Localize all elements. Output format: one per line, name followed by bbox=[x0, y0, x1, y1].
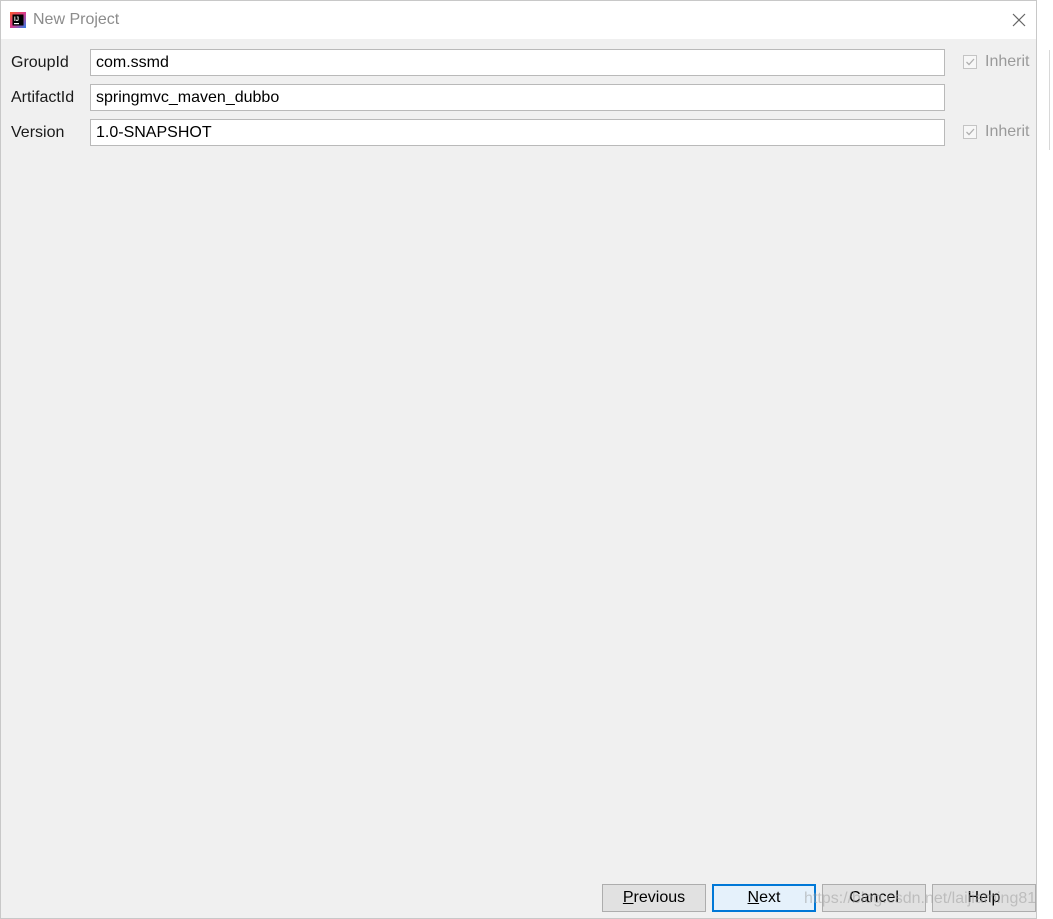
title-bar: IJ New Project bbox=[1, 1, 1036, 39]
inherit-label: Inherit bbox=[985, 123, 1030, 140]
button-label: Help bbox=[967, 889, 1001, 906]
close-button[interactable] bbox=[1006, 7, 1032, 33]
mnemonic: P bbox=[622, 889, 634, 906]
groupid-inherit-checkbox[interactable]: Inherit bbox=[963, 53, 1029, 71]
version-field[interactable] bbox=[90, 119, 945, 146]
mnemonic: N bbox=[747, 889, 760, 906]
button-label-rest: ext bbox=[759, 889, 781, 906]
artifactid-field[interactable] bbox=[90, 84, 945, 111]
divider bbox=[1049, 50, 1050, 150]
inherit-label: Inherit bbox=[985, 53, 1030, 70]
version-inherit-checkbox[interactable]: Inherit bbox=[963, 123, 1029, 141]
button-label: Cancel bbox=[849, 889, 899, 906]
groupid-label: GroupId bbox=[11, 54, 69, 71]
help-button[interactable]: Help bbox=[932, 884, 1036, 912]
dialog-title: New Project bbox=[33, 11, 120, 28]
new-project-dialog: IJ New Project GroupId Inherit ArtifactI… bbox=[0, 0, 1045, 919]
previous-button[interactable]: Previous bbox=[602, 884, 706, 912]
checkmark-icon bbox=[966, 58, 975, 66]
close-icon bbox=[1012, 13, 1026, 27]
next-button[interactable]: Next bbox=[712, 884, 816, 912]
version-label: Version bbox=[11, 124, 65, 141]
svg-text:IJ: IJ bbox=[14, 17, 19, 23]
background-window-edge bbox=[1037, 0, 1053, 919]
artifactid-label: ArtifactId bbox=[11, 89, 75, 106]
button-label-rest: revious bbox=[633, 889, 686, 906]
checkbox bbox=[963, 55, 977, 69]
checkmark-icon bbox=[966, 128, 975, 136]
checkbox bbox=[963, 125, 977, 139]
intellij-idea-icon: IJ bbox=[10, 12, 26, 28]
groupid-field[interactable] bbox=[90, 49, 945, 76]
cancel-button[interactable]: Cancel bbox=[822, 884, 926, 912]
